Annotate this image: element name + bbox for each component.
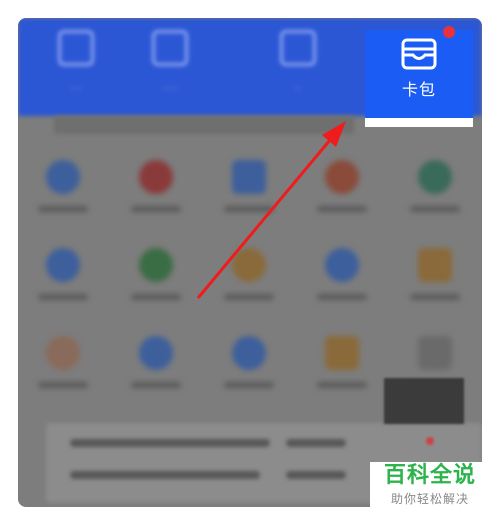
arrow-pointer: [196, 121, 346, 299]
watermark-title: 百科全说: [383, 463, 476, 488]
watermark-subtitle: 助你轻松解决: [390, 492, 469, 506]
watermark-logo: 百科全说 助你轻松解决: [370, 462, 490, 518]
